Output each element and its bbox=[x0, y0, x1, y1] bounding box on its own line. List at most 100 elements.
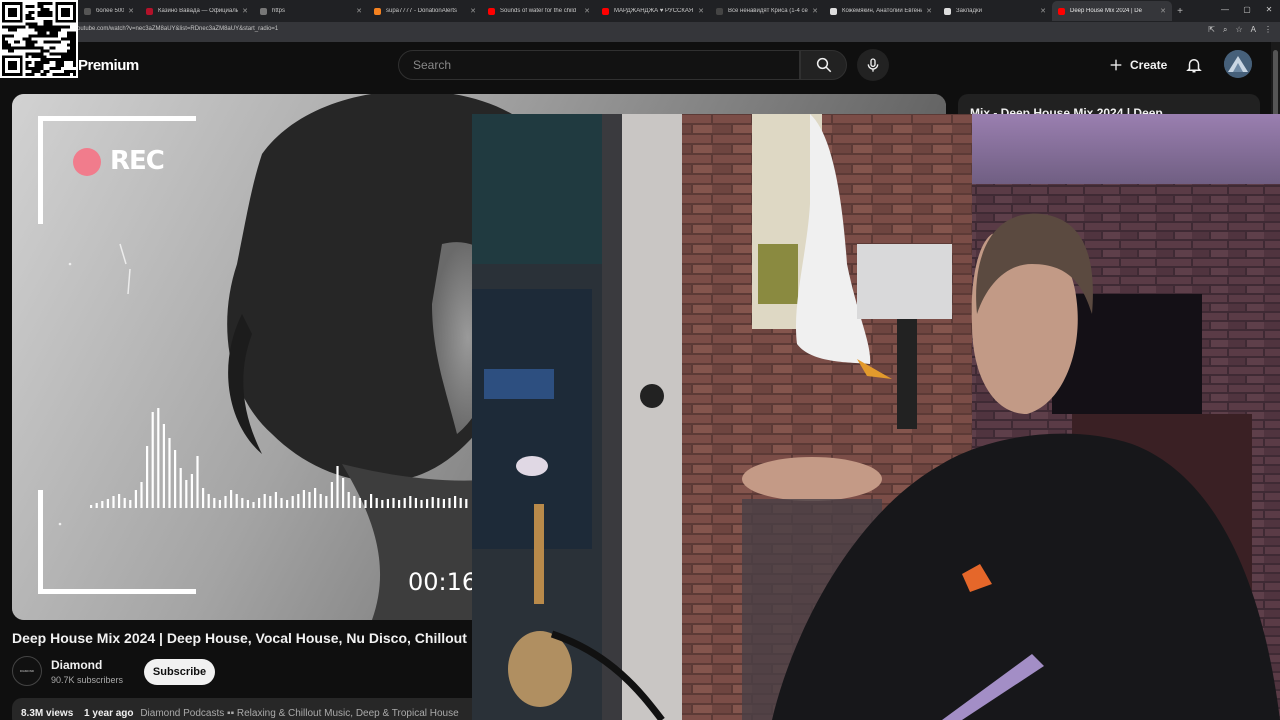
visualizer-bar bbox=[370, 494, 373, 508]
tab-favicon-icon bbox=[602, 7, 609, 15]
tab-close-icon[interactable]: ✕ bbox=[356, 7, 362, 15]
visualizer-bar bbox=[330, 482, 333, 508]
bell-icon bbox=[1186, 59, 1202, 73]
visualizer-bar bbox=[414, 498, 417, 508]
browser-tab[interactable]: Кожемякин, Анатолий Евгени ✕ bbox=[824, 1, 938, 21]
visualizer-bar bbox=[336, 466, 339, 508]
plus-icon bbox=[1110, 59, 1122, 71]
webcam-image bbox=[472, 114, 1280, 720]
visualizer-bar bbox=[274, 492, 277, 508]
address-bar[interactable]: youtube.com/watch?v=nec3aZM8aUY&list=RDn… bbox=[0, 22, 1280, 42]
browser-tab-strip: более 500$✕Казино Вавада — Официальн✕htt… bbox=[0, 0, 1280, 22]
tab-close-icon[interactable]: ✕ bbox=[812, 7, 818, 15]
menu-icon[interactable]: ⋮ bbox=[1264, 25, 1272, 35]
tab-close-icon[interactable]: ✕ bbox=[242, 7, 248, 15]
visualizer-bar bbox=[437, 498, 440, 508]
new-tab-button[interactable]: + bbox=[1172, 6, 1188, 17]
close-window-icon[interactable]: ✕ bbox=[1258, 0, 1280, 22]
tab-close-icon[interactable]: ✕ bbox=[128, 7, 134, 15]
tab-favicon-icon bbox=[830, 7, 837, 15]
microphone-icon bbox=[867, 58, 879, 72]
video-timer: 00:16 bbox=[408, 568, 478, 596]
tab-title: Sounds of water for the child bbox=[500, 8, 577, 14]
tab-title: supa7777 - DonationAlerts bbox=[386, 8, 458, 14]
visualizer-bar bbox=[213, 498, 216, 508]
browser-tab[interactable]: Deep House Mix 2024 | De ✕ bbox=[1052, 1, 1172, 21]
visualizer-bar bbox=[207, 494, 210, 508]
visualizer-bar bbox=[263, 494, 266, 508]
browser-tab[interactable]: supa7777 - DonationAlerts ✕ bbox=[368, 1, 482, 21]
visualizer-bar bbox=[235, 494, 238, 508]
browser-tab[interactable]: Закладки ✕ bbox=[938, 1, 1052, 21]
create-button[interactable]: Create bbox=[1100, 49, 1179, 81]
address-tools: ⇱ ⌕ ☆ A ⋮ bbox=[1208, 25, 1272, 35]
channel-avatar[interactable]: DIAMOND bbox=[12, 656, 42, 686]
view-count: 8.3M views bbox=[21, 708, 74, 719]
tab-favicon-icon bbox=[944, 7, 951, 15]
visualizer-bar bbox=[297, 494, 300, 508]
visualizer-bar bbox=[319, 494, 322, 508]
tab-close-icon[interactable]: ✕ bbox=[698, 7, 704, 15]
search-icon bbox=[816, 57, 831, 73]
visualizer-bar bbox=[420, 500, 423, 508]
description-tags: Diamond Podcasts ▪▪ Relaxing & Chillout … bbox=[140, 708, 459, 719]
visualizer-bar bbox=[431, 497, 434, 508]
zoom-icon[interactable]: ⌕ bbox=[1223, 25, 1227, 35]
search-button[interactable] bbox=[800, 50, 847, 80]
tab-close-icon[interactable]: ✕ bbox=[470, 7, 476, 15]
search-input[interactable] bbox=[413, 58, 785, 72]
browser-tab[interactable]: МАРДЖАНДЖА ♥ РУССКАЯ ✕ bbox=[596, 1, 710, 21]
visualizer-bar bbox=[398, 500, 401, 508]
visualizer-bar bbox=[291, 496, 294, 508]
visualizer-bar bbox=[454, 496, 457, 508]
upload-age: 1 year ago bbox=[84, 708, 134, 719]
browser-tab[interactable]: Все ненавидят Криса (1-4 се ✕ bbox=[710, 1, 824, 21]
browser-tab[interactable]: Казино Вавада — Официальн ✕ bbox=[140, 1, 254, 21]
visualizer-bar bbox=[442, 499, 445, 508]
tab-title: более 500$ bbox=[96, 8, 125, 14]
channel-name[interactable]: Diamond bbox=[51, 658, 102, 672]
open-in-app-icon[interactable]: ⇱ bbox=[1208, 25, 1215, 35]
minimize-icon[interactable]: — bbox=[1214, 0, 1236, 22]
create-label: Create bbox=[1130, 58, 1168, 72]
voice-search-button[interactable] bbox=[857, 49, 889, 81]
visualizer-bar bbox=[342, 478, 345, 508]
visualizer-bar bbox=[218, 500, 221, 508]
visualizer-bar bbox=[325, 496, 328, 508]
subscriber-count: 90.7K subscribers bbox=[51, 675, 124, 685]
url-text[interactable]: youtube.com/watch?v=nec3aZM8aUY&list=RDn… bbox=[74, 26, 278, 32]
visualizer-bar bbox=[426, 499, 429, 508]
browser-tab[interactable]: https ✕ bbox=[254, 1, 368, 21]
visualizer-bar bbox=[224, 496, 227, 508]
youtube-premium-logo[interactable]: Premium bbox=[78, 57, 139, 74]
search-box[interactable] bbox=[398, 50, 800, 80]
account-avatar[interactable] bbox=[1224, 50, 1252, 78]
maximize-icon[interactable]: ▢ bbox=[1236, 0, 1258, 22]
tab-favicon-icon bbox=[1058, 7, 1065, 15]
tab-close-icon[interactable]: ✕ bbox=[584, 7, 590, 15]
screen: { "browser": { "tabs": [ {"title": "боле… bbox=[0, 0, 1280, 720]
bookmark-star-icon[interactable]: ☆ bbox=[1235, 25, 1242, 35]
visualizer-bar bbox=[302, 490, 305, 508]
subscribe-button[interactable]: Subscribe bbox=[144, 659, 215, 685]
tab-title: Закладки bbox=[956, 8, 982, 14]
visualizer-bar bbox=[392, 498, 395, 508]
visualizer-bar bbox=[286, 500, 289, 508]
tab-title: Казино Вавада — Официальн bbox=[158, 8, 239, 14]
tab-close-icon[interactable]: ✕ bbox=[926, 7, 932, 15]
tab-title: Все ненавидят Криса (1-4 се bbox=[728, 8, 808, 14]
tab-close-icon[interactable]: ✕ bbox=[1160, 7, 1166, 15]
tab-close-icon[interactable]: ✕ bbox=[1040, 7, 1046, 15]
browser-tab[interactable]: более 500$✕ bbox=[78, 1, 140, 21]
qr-code bbox=[0, 0, 78, 78]
browser-tab[interactable]: Sounds of water for the child ✕ bbox=[482, 1, 596, 21]
description-meta: 8.3M views 1 year ago Diamond Podcasts ▪… bbox=[21, 708, 459, 719]
notifications-button[interactable] bbox=[1180, 51, 1208, 79]
tab-favicon-icon bbox=[488, 7, 495, 15]
visualizer-bar bbox=[308, 492, 311, 508]
youtube-header: Premium Create bbox=[0, 42, 1280, 90]
tab-favicon-icon bbox=[374, 7, 381, 15]
translate-icon[interactable]: A bbox=[1251, 25, 1256, 35]
video-title: Deep House Mix 2024 | Deep House, Vocal … bbox=[12, 630, 467, 646]
visualizer-bar bbox=[448, 498, 451, 508]
